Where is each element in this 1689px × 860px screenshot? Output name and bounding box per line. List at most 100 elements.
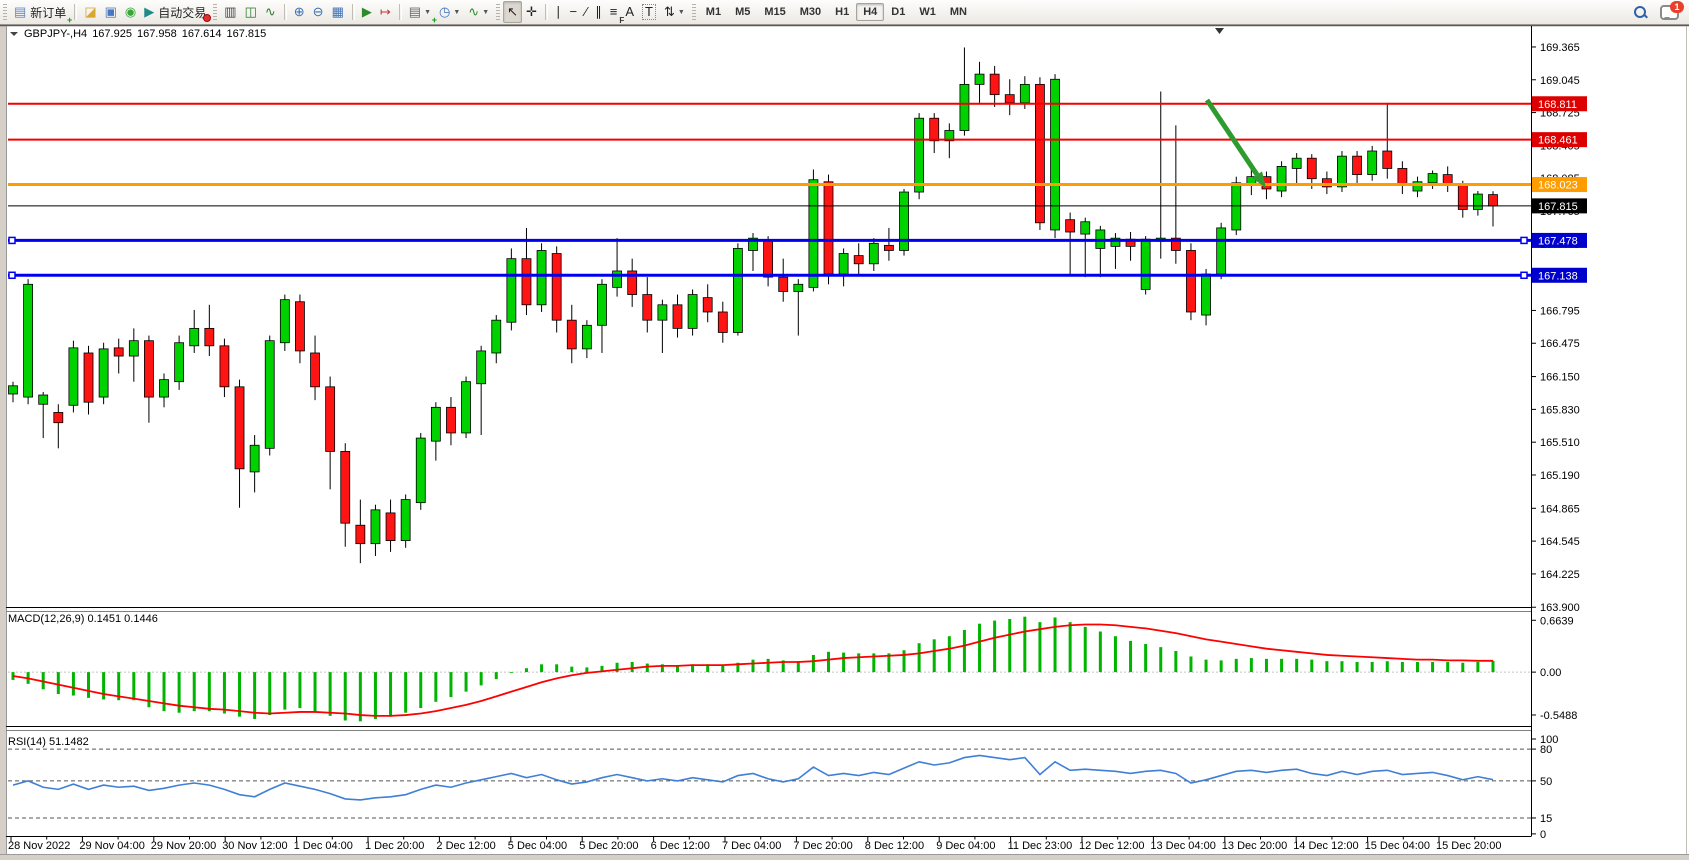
text-button[interactable]: A	[621, 1, 638, 23]
svg-text:0: 0	[1540, 829, 1546, 841]
signals-button[interactable]: ◉	[121, 1, 140, 23]
market-watch-icon: ◪	[84, 5, 96, 19]
time-label: 15 Dec 04:00	[1365, 840, 1430, 852]
candle-down	[567, 320, 576, 349]
candle-down	[84, 353, 93, 402]
line-handle[interactable]	[9, 237, 15, 243]
toolbar-separator	[352, 4, 354, 20]
autotrading-button[interactable]: ▶自动交易	[140, 1, 210, 23]
timeframe-button-m30[interactable]: M30	[793, 3, 828, 21]
arrows-button[interactable]: ⇅▼	[660, 1, 689, 23]
toolbar-grip	[3, 4, 7, 20]
candle-up	[733, 248, 742, 332]
timeframe-button-m1[interactable]: M1	[699, 3, 728, 21]
zoom-out-button[interactable]: ⊖	[309, 1, 328, 23]
line-chart-button[interactable]: ∿	[261, 1, 280, 23]
candle-down	[1005, 95, 1014, 103]
timeframe-button-w1[interactable]: W1	[912, 3, 943, 21]
cursor-button[interactable]: ↖	[503, 1, 522, 23]
svg-text:0.00: 0.00	[1540, 667, 1561, 679]
candlestick-button[interactable]: ◫	[241, 1, 261, 23]
channel-button[interactable]: ∥	[591, 1, 606, 23]
notifications-button[interactable]: 1	[1660, 5, 1679, 20]
candle-up	[1368, 151, 1377, 175]
candle-down	[930, 118, 939, 141]
svg-text:163.900: 163.900	[1540, 602, 1580, 614]
tile-windows-button[interactable]: ▦	[328, 1, 348, 23]
time-label: 12 Dec 12:00	[1079, 840, 1144, 852]
candle-down	[522, 259, 531, 305]
candle-up	[1141, 239, 1150, 289]
new-chart-button[interactable]: ▤+▼	[405, 1, 435, 23]
svg-text:168.811: 168.811	[1538, 99, 1577, 111]
svg-text:164.225: 164.225	[1540, 569, 1580, 581]
timeframe-button-h4[interactable]: H4	[856, 3, 884, 21]
candle-up	[869, 243, 878, 264]
candle-up	[371, 510, 380, 544]
svg-text:164.865: 164.865	[1540, 503, 1580, 515]
chevron-down-icon: ▼	[678, 9, 685, 16]
time-label: 30 Nov 12:00	[222, 840, 287, 852]
indicators-button[interactable]: ∿▼	[464, 1, 493, 23]
profiles-button[interactable]: ◷▼	[435, 1, 464, 23]
crosshair-button[interactable]: ✛	[522, 1, 541, 23]
candle-down	[1398, 168, 1407, 184]
search-button[interactable]	[1632, 4, 1648, 20]
candle-up	[1051, 79, 1060, 230]
chart-info-line: GBPJPY-,H4 167.925 167.958 167.614 167.8…	[8, 28, 271, 40]
candle-up	[1202, 274, 1211, 315]
time-label: 29 Nov 04:00	[79, 840, 144, 852]
one-click-trading-toggle-icon[interactable]	[10, 32, 18, 40]
toolbar-grip	[496, 4, 500, 20]
navigator-button[interactable]: ▣	[101, 1, 121, 23]
line-handle[interactable]	[9, 272, 15, 278]
chart-shift-button[interactable]: ↦	[376, 1, 395, 23]
vertical-line-icon: ∣	[555, 5, 562, 19]
macd-indicator-label: MACD(12,26,9) 0.1451 0.1446	[8, 613, 158, 625]
chart-surface[interactable]: 169.365169.045168.725168.405168.085167.7…	[0, 0, 1689, 860]
time-label: 7 Dec 20:00	[793, 840, 852, 852]
toolbar-buttons: ▤+新订单◪▣◉▶自动交易▥◫∿⊕⊖▦▶↦▤+▼◷▼∿▼↖✛∣−∕∥≡FAT⇅▼…	[0, 0, 1632, 24]
candle-down	[824, 182, 833, 274]
zoom-in-button[interactable]: ⊕	[290, 1, 309, 23]
candle-down	[718, 312, 727, 333]
candle-up	[507, 259, 516, 323]
candle-down	[703, 298, 712, 312]
candle-down	[205, 328, 214, 345]
timeframe-button-d1[interactable]: D1	[884, 3, 912, 21]
time-label: 11 Dec 23:00	[1008, 840, 1073, 852]
candle-up	[401, 500, 410, 541]
label-button[interactable]: T	[638, 1, 660, 23]
crosshair-icon: ✛	[526, 5, 537, 19]
candle-down	[1383, 151, 1392, 168]
horizontal-line-button[interactable]: −	[565, 1, 581, 23]
timeframe-button-h1[interactable]: H1	[828, 3, 856, 21]
candle-down	[446, 407, 455, 433]
line-handle[interactable]	[1521, 237, 1527, 243]
timeframe-button-mn[interactable]: MN	[943, 3, 974, 21]
timeframe-button-m15[interactable]: M15	[757, 3, 792, 21]
line-handle[interactable]	[1521, 272, 1527, 278]
rsi-indicator-label: RSI(14) 51.1482	[8, 736, 89, 748]
toolbar-grip	[692, 4, 696, 20]
toolbar-separator	[545, 4, 547, 20]
new-order-button[interactable]: ▤+新订单	[10, 1, 70, 23]
timeframe-button-m5[interactable]: M5	[728, 3, 757, 21]
fibonacci-button[interactable]: ≡F	[606, 1, 622, 23]
candlestick-icon: ◫	[245, 5, 257, 19]
candle-up	[462, 382, 471, 433]
market-watch-button[interactable]: ◪	[80, 1, 100, 23]
candle-down	[144, 341, 153, 397]
candle-up	[809, 180, 818, 288]
trendline-button[interactable]: ∕	[581, 1, 591, 23]
candle-up	[1020, 84, 1029, 102]
bar-chart-button[interactable]: ▥	[220, 1, 240, 23]
vertical-line-button[interactable]: ∣	[551, 1, 566, 23]
candle-down	[341, 451, 350, 523]
candle-up	[1337, 156, 1346, 187]
auto-scroll-button[interactable]: ▶	[358, 1, 376, 23]
toolbar-grip	[213, 4, 217, 20]
indicators-icon: ∿	[468, 5, 479, 19]
signals-icon: ◉	[125, 5, 136, 19]
svg-text:168.461: 168.461	[1538, 135, 1578, 147]
